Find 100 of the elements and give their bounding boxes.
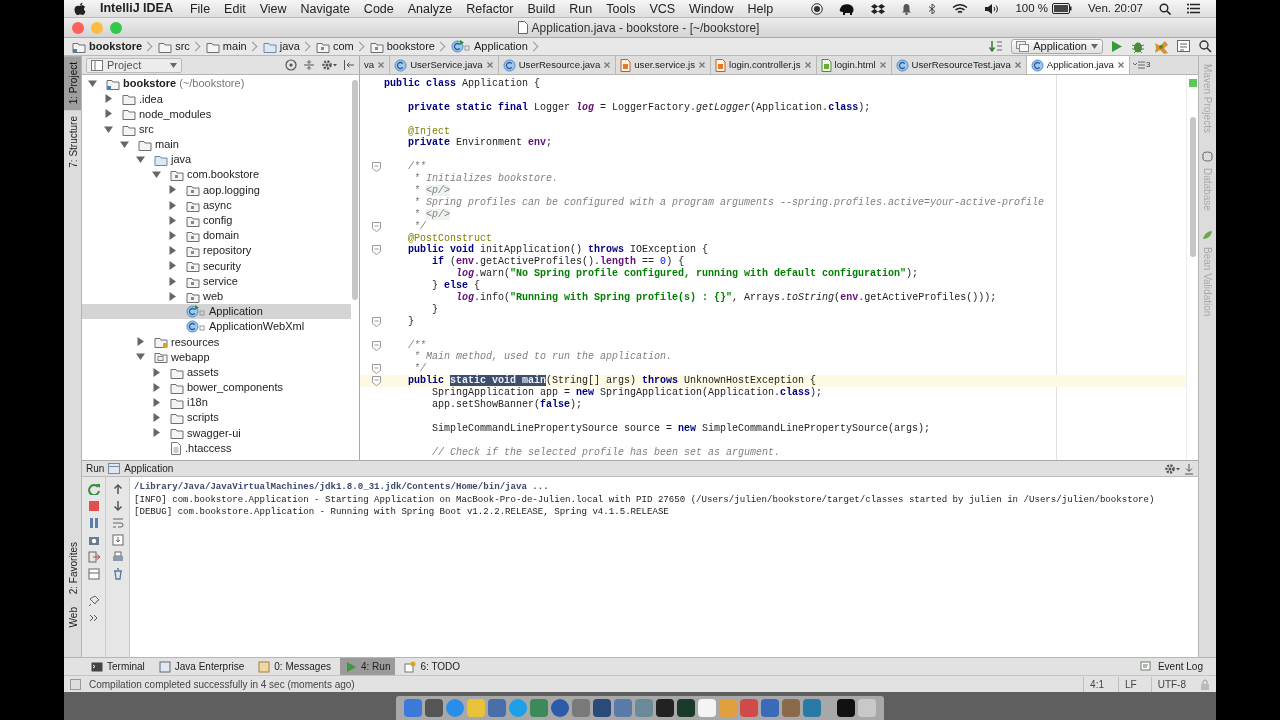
disclosure-arrow-icon[interactable]: [168, 215, 177, 225]
tree-item[interactable]: bower_components: [82, 379, 351, 395]
breadcrumb-item[interactable]: com: [311, 38, 364, 55]
wifi-icon[interactable]: [952, 2, 969, 15]
menu-item[interactable]: VCS: [642, 0, 683, 18]
run-config-tab[interactable]: Application: [108, 461, 174, 476]
disclosure-arrow-icon[interactable]: [168, 276, 177, 286]
fold-marker-icon[interactable]: [372, 245, 381, 256]
settings-icon[interactable]: [321, 59, 337, 71]
tree-item[interactable]: web: [82, 288, 351, 304]
soft-wrap-icon[interactable]: [111, 517, 124, 529]
caret-position[interactable]: 4:1: [1083, 676, 1110, 692]
more-icon[interactable]: [87, 612, 100, 624]
tree-item[interactable]: src: [82, 121, 351, 137]
close-icon[interactable]: [698, 61, 707, 69]
app-icon[interactable]: [656, 699, 674, 717]
layout-icon[interactable]: [87, 568, 100, 580]
breadcrumb-item[interactable]: bookstore: [68, 38, 153, 55]
tree-item[interactable]: .htaccess: [82, 440, 351, 456]
app-icon[interactable]: [677, 699, 695, 717]
menu-item[interactable]: Analyze: [400, 0, 460, 18]
fold-marker-icon[interactable]: [372, 316, 381, 327]
breadcrumb-item[interactable]: Application: [447, 38, 538, 55]
tree-item[interactable]: security: [82, 258, 351, 274]
trash-icon[interactable]: [111, 568, 124, 580]
print-icon[interactable]: [111, 551, 124, 563]
disclosure-arrow-icon[interactable]: [152, 170, 161, 180]
disclosure-arrow-icon[interactable]: [104, 124, 113, 134]
tool-window-tab[interactable]: Java Enterprise: [153, 658, 250, 675]
menu-item[interactable]: Edit: [217, 0, 253, 18]
scrollbar-thumb[interactable]: [352, 80, 358, 300]
menu-icon[interactable]: [1187, 3, 1200, 14]
disclosure-arrow-icon[interactable]: [136, 155, 145, 165]
menu-item[interactable]: Build: [520, 0, 563, 18]
disclosure-arrow-icon[interactable]: [136, 352, 145, 362]
run-icon[interactable]: [1111, 40, 1123, 53]
close-icon[interactable]: [603, 61, 612, 69]
disclosure-arrow-icon[interactable]: [152, 428, 161, 438]
app-icon[interactable]: [837, 699, 855, 717]
fold-marker-icon[interactable]: [372, 376, 381, 387]
view-dropdown[interactable]: Project: [86, 57, 182, 73]
tool-window-tab[interactable]: Web: [64, 600, 81, 633]
tree-item[interactable]: scripts: [82, 410, 351, 426]
tree-item[interactable]: Application: [82, 303, 351, 319]
fold-marker-icon[interactable]: [372, 364, 381, 375]
run-config-dropdown[interactable]: Application: [1011, 39, 1103, 54]
app-icon[interactable]: [425, 699, 443, 717]
camera-icon[interactable]: [87, 534, 100, 546]
scroll-to-end-icon[interactable]: [111, 534, 124, 546]
disclosure-arrow-icon[interactable]: [168, 246, 177, 256]
file-encoding[interactable]: UTF-8: [1150, 676, 1192, 692]
menu-item[interactable]: Tools: [599, 0, 643, 18]
zoom-window-button[interactable]: [110, 21, 122, 34]
app-menu[interactable]: IntelliJ IDEA: [86, 0, 183, 18]
clock[interactable]: Ven. 20:07: [1088, 0, 1143, 18]
breadcrumb-item[interactable]: src: [154, 38, 200, 55]
breadcrumb-item[interactable]: bookstore: [365, 38, 445, 55]
tree-item[interactable]: java: [82, 151, 351, 168]
collapse-icon[interactable]: [303, 59, 315, 71]
bluetooth-icon[interactable]: [928, 2, 937, 15]
pin-icon[interactable]: [87, 595, 100, 607]
breadcrumb-item[interactable]: main: [201, 38, 257, 55]
editor-tab[interactable]: Application.java: [1026, 56, 1130, 74]
close-icon[interactable]: [803, 61, 812, 69]
disclosure-arrow-icon[interactable]: [152, 398, 161, 408]
tool-window-tab[interactable]: 1: Project: [64, 56, 81, 111]
tree-item[interactable]: async: [82, 197, 351, 213]
close-window-button[interactable]: [72, 21, 84, 34]
rerun-icon[interactable]: [87, 483, 100, 495]
tree-item[interactable]: service: [82, 273, 351, 289]
disclosure-arrow-icon[interactable]: [168, 230, 177, 240]
hide-icon[interactable]: [343, 59, 355, 71]
tool-window-tab[interactable]: 0: Messages: [253, 658, 336, 675]
scrollbar-thumb[interactable]: [1189, 117, 1196, 257]
down-arrow-icon[interactable]: [111, 500, 124, 512]
tree-item[interactable]: domain: [82, 227, 351, 244]
menu-item[interactable]: Window: [682, 0, 741, 18]
sort-icon[interactable]: [989, 40, 1004, 53]
debug-icon[interactable]: [1131, 40, 1145, 53]
close-icon[interactable]: [1116, 61, 1125, 69]
disclosure-arrow-icon[interactable]: [104, 94, 113, 104]
tree-item[interactable]: swagger-ui: [82, 425, 351, 441]
settings-icon[interactable]: [1164, 462, 1180, 475]
disclosure-arrow-icon[interactable]: [168, 291, 177, 301]
disclosure-arrow-icon[interactable]: [168, 185, 177, 195]
tree-item[interactable]: webapp: [82, 349, 351, 365]
tree-item[interactable]: .idea: [82, 91, 351, 107]
close-icon[interactable]: [878, 61, 887, 69]
close-icon[interactable]: [377, 61, 386, 69]
exit-icon[interactable]: [87, 551, 100, 563]
disclosure-arrow-icon[interactable]: [168, 200, 177, 210]
pause-icon[interactable]: [87, 517, 100, 529]
disclosure-arrow-icon[interactable]: [152, 382, 161, 392]
project-structure-icon[interactable]: [1177, 40, 1191, 53]
app-icon[interactable]: [593, 699, 611, 717]
tool-window-tab[interactable]: 6: TODO: [399, 658, 466, 675]
menu-item[interactable]: Run: [562, 0, 600, 18]
disclosure-arrow-icon[interactable]: [136, 337, 145, 347]
menu-item[interactable]: Help: [740, 0, 781, 18]
disclosure-arrow-icon[interactable]: [152, 413, 161, 423]
